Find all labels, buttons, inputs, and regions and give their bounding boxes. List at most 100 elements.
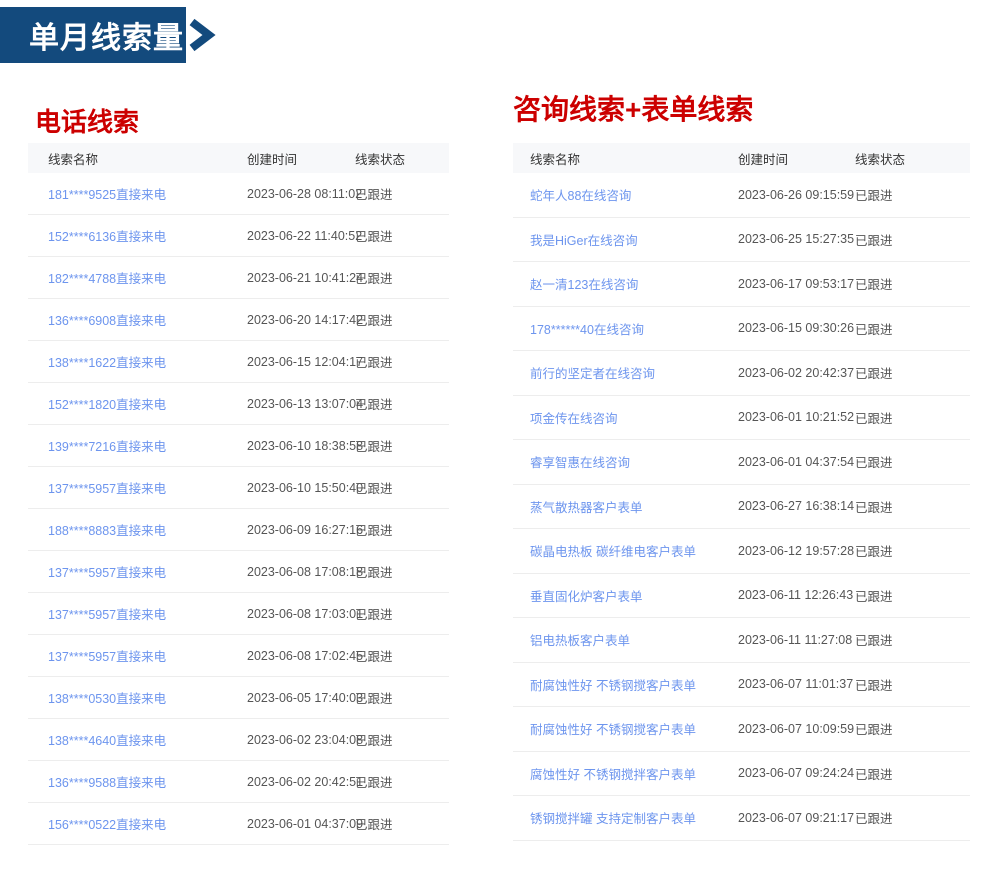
- banner-label: 单月线索量: [0, 7, 186, 63]
- lead-name-link[interactable]: 前行的坚定者在线咨询: [513, 363, 738, 382]
- created-time: 2023-06-07 09:24:24: [738, 766, 855, 781]
- lead-name-link[interactable]: 赵一清123在线咨询: [513, 274, 738, 293]
- lead-name-link[interactable]: 136****6908直接来电: [28, 310, 247, 329]
- lead-status: 已跟进: [855, 500, 893, 515]
- lead-name-link[interactable]: 蒸气散热器客户表单: [513, 497, 738, 516]
- lead-name-link[interactable]: 137****5957直接来电: [28, 604, 247, 623]
- table-row: 蒸气散热器客户表单 2023-06-27 16:38:14 已跟进: [513, 485, 970, 529]
- lead-status: 已跟进: [855, 411, 893, 426]
- lead-status: 已跟进: [355, 272, 393, 286]
- lead-status: 已跟进: [355, 440, 393, 454]
- created-time: 2023-06-25 15:27:35: [738, 232, 855, 247]
- header-created-time: 创建时间: [247, 152, 298, 167]
- lead-status: 已跟进: [355, 524, 393, 538]
- lead-name-link[interactable]: 152****6136直接来电: [28, 226, 247, 245]
- created-time: 2023-06-02 20:42:51: [247, 774, 364, 789]
- table-row: 181****9525直接来电 2023-06-28 08:11:02 已跟进: [28, 173, 449, 215]
- lead-name-link[interactable]: 耐腐蚀性好 不锈钢搅客户表单: [513, 675, 738, 694]
- lead-name-link[interactable]: 138****0530直接来电: [28, 688, 247, 707]
- created-time: 2023-06-13 13:07:04: [247, 396, 364, 411]
- table-row: 188****8883直接来电 2023-06-09 16:27:16 已跟进: [28, 509, 449, 551]
- created-time: 2023-06-01 10:21:52: [738, 410, 855, 425]
- created-time: 2023-06-12 19:57:28: [738, 543, 855, 558]
- lead-name-link[interactable]: 152****1820直接来电: [28, 394, 247, 413]
- table-row: 152****1820直接来电 2023-06-13 13:07:04 已跟进: [28, 383, 449, 425]
- phone-leads-table: 线索名称 创建时间 线索状态 181****9525直接来电 2023-06-28…: [28, 143, 449, 845]
- lead-name-link[interactable]: 138****4640直接来电: [28, 730, 247, 749]
- table-row: 152****6136直接来电 2023-06-22 11:40:52 已跟进: [28, 215, 449, 257]
- table-row: 铝电热板客户表单 2023-06-11 11:27:08 已跟进: [513, 618, 970, 663]
- created-time: 2023-06-07 11:01:37: [738, 677, 854, 692]
- table-row: 蛇年人88在线咨询 2023-06-26 09:15:59 已跟进: [513, 173, 970, 218]
- lead-name-link[interactable]: 耐腐蚀性好 不锈钢搅客户表单: [513, 719, 738, 738]
- table-row: 156****0522直接来电 2023-06-01 04:37:09 已跟进: [28, 803, 449, 845]
- lead-name-link[interactable]: 铝电热板客户表单: [513, 630, 738, 649]
- table-row: 137****5957直接来电 2023-06-08 17:08:18 已跟进: [28, 551, 449, 593]
- lead-name-link[interactable]: 垂直固化炉客户表单: [513, 586, 738, 605]
- lead-status: 已跟进: [855, 189, 893, 204]
- monthly-leads-banner: 单月线索量: [0, 7, 216, 63]
- lead-name-link[interactable]: 188****8883直接来电: [28, 520, 247, 539]
- created-time: 2023-06-08 17:02:45: [247, 648, 364, 663]
- table-row: 腐蚀性好 不锈钢搅拌客户表单 2023-06-07 09:24:24 已跟进: [513, 752, 970, 796]
- consult-form-leads-title: 咨询线索+表单线索: [513, 94, 754, 125]
- table-row: 182****4788直接来电 2023-06-21 10:41:24 已跟进: [28, 257, 449, 299]
- lead-status: 已跟进: [855, 456, 893, 471]
- lead-status: 已跟进: [855, 634, 893, 649]
- lead-status: 已跟进: [855, 589, 893, 604]
- lead-status: 已跟进: [355, 356, 393, 370]
- table-row: 137****5957直接来电 2023-06-08 17:03:01 已跟进: [28, 593, 449, 635]
- lead-name-link[interactable]: 181****9525直接来电: [28, 184, 247, 203]
- lead-name-link[interactable]: 项金传在线咨询: [513, 408, 738, 427]
- lead-name-link[interactable]: 锈钢搅拌罐 支持定制客户表单: [513, 808, 738, 827]
- table-body: 蛇年人88在线咨询 2023-06-26 09:15:59 已跟进 我是HiGer在线…: [513, 173, 970, 841]
- table-row: 我是HiGer在线咨询 2023-06-25 15:27:35 已跟进: [513, 218, 970, 262]
- lead-name-link[interactable]: 蛇年人88在线咨询: [513, 185, 738, 204]
- lead-name-link[interactable]: 156****0522直接来电: [28, 814, 247, 833]
- lead-name-link[interactable]: 139****7216直接来电: [28, 436, 247, 455]
- created-time: 2023-06-01 04:37:09: [247, 816, 364, 831]
- lead-status: 已跟进: [855, 367, 893, 382]
- lead-name-link[interactable]: 137****5957直接来电: [28, 646, 247, 665]
- table-row: 耐腐蚀性好 不锈钢搅客户表单 2023-06-07 11:01:37 已跟进: [513, 663, 970, 707]
- created-time: 2023-06-27 16:38:14: [738, 499, 855, 514]
- lead-name-link[interactable]: 178******40在线咨询: [513, 319, 738, 338]
- lead-status: 已跟进: [855, 678, 893, 693]
- lead-status: 已跟进: [855, 812, 893, 827]
- table-row: 耐腐蚀性好 不锈钢搅客户表单 2023-06-07 10:09:59 已跟进: [513, 707, 970, 752]
- created-time: 2023-06-15 09:30:26: [738, 321, 855, 336]
- phone-leads-title: 电话线索: [35, 107, 140, 137]
- lead-name-link[interactable]: 182****4788直接来电: [28, 268, 247, 287]
- lead-name-link[interactable]: 137****5957直接来电: [28, 478, 247, 497]
- lead-name-link[interactable]: 睿享智惠在线咨询: [513, 452, 738, 471]
- table-row: 前行的坚定者在线咨询 2023-06-02 20:42:37 已跟进: [513, 351, 970, 396]
- table-row: 137****5957直接来电 2023-06-08 17:02:45 已跟进: [28, 635, 449, 677]
- lead-name-link[interactable]: 腐蚀性好 不锈钢搅拌客户表单: [513, 764, 738, 783]
- lead-status: 已跟进: [355, 566, 393, 580]
- lead-name-link[interactable]: 我是HiGer在线咨询: [513, 230, 738, 249]
- lead-status: 已跟进: [355, 608, 393, 622]
- lead-status: 已跟进: [855, 278, 893, 293]
- created-time: 2023-06-02 23:04:08: [247, 732, 364, 747]
- lead-status: 已跟进: [855, 233, 893, 248]
- table-header: 线索名称 创建时间 线索状态: [28, 143, 449, 173]
- created-time: 2023-06-28 08:11:02: [247, 186, 363, 201]
- created-time: 2023-06-07 10:09:59: [738, 721, 855, 736]
- table-header: 线索名称 创建时间 线索状态: [513, 143, 970, 173]
- table-row: 136****6908直接来电 2023-06-20 14:17:42 已跟进: [28, 299, 449, 341]
- lead-status: 已跟进: [355, 314, 393, 328]
- table-row: 138****0530直接来电 2023-06-05 17:40:03 已跟进: [28, 677, 449, 719]
- lead-status: 已跟进: [355, 692, 393, 706]
- lead-status: 已跟进: [355, 818, 393, 832]
- lead-name-link[interactable]: 137****5957直接来电: [28, 562, 247, 581]
- created-time: 2023-06-10 15:50:40: [247, 480, 364, 495]
- created-time: 2023-06-17 09:53:17: [738, 276, 855, 291]
- lead-name-link[interactable]: 138****1622直接来电: [28, 352, 247, 371]
- lead-name-link[interactable]: 136****9588直接来电: [28, 772, 247, 791]
- header-lead-status: 线索状态: [355, 152, 406, 167]
- header-lead-status: 线索状态: [855, 152, 906, 167]
- table-row: 赵一清123在线咨询 2023-06-17 09:53:17 已跟进: [513, 262, 970, 307]
- table-row: 138****1622直接来电 2023-06-15 12:04:17 已跟进: [28, 341, 449, 383]
- table-row: 138****4640直接来电 2023-06-02 23:04:08 已跟进: [28, 719, 449, 761]
- lead-name-link[interactable]: 碳晶电热板 碳纤维电客户表单: [513, 541, 738, 560]
